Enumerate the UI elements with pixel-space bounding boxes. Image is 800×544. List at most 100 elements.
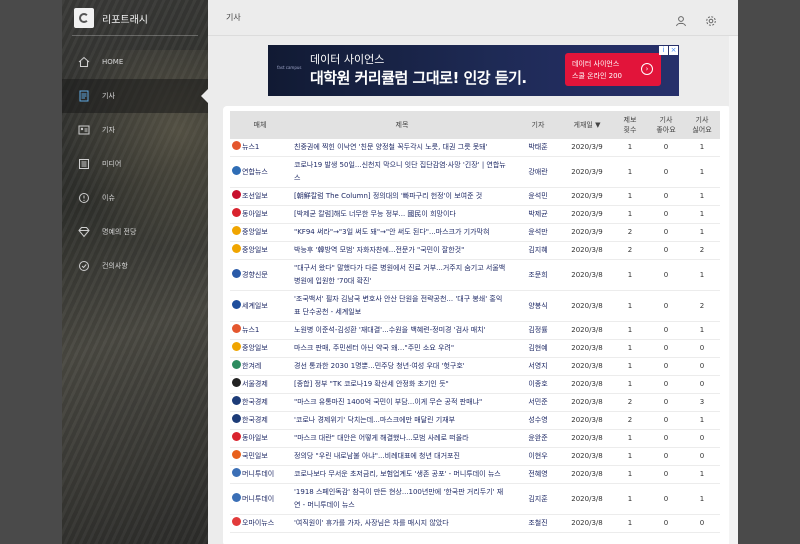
column-header-date[interactable]: 게재일 ▼ bbox=[562, 111, 612, 139]
media-cell[interactable]: 동아일보 bbox=[230, 429, 290, 448]
media-cell[interactable]: 중앙일보 bbox=[230, 241, 290, 260]
article-title-link[interactable]: 경선 통과한 2030 1명뿐...민주당 청년·여성 우대 '헛구호' bbox=[290, 357, 514, 376]
sidebar-item-issue[interactable]: 이슈 bbox=[62, 181, 208, 215]
media-cell[interactable]: 한국경제 bbox=[230, 411, 290, 430]
table-row[interactable]: 국민일보 정의당 "우린 내로남불 아냐"...비례대표에 청년 대거포진 이현우 2… bbox=[230, 447, 720, 466]
ad-info-icon[interactable]: i bbox=[659, 46, 668, 55]
article-title-link[interactable]: '1918 스페인독감' 참극이 만든 현상...100년만에 '한국판 거리두… bbox=[290, 483, 514, 515]
media-cell[interactable]: 한겨레 bbox=[230, 357, 290, 376]
article-title-link[interactable]: 박능후 '韓방역 모범' 자화자찬에...전문가 "국민이 잘한것" bbox=[290, 241, 514, 260]
ad-banner[interactable]: fast campus 데이터 사이언스 대학원 커리큘럼 그대로! 인강 듣기… bbox=[268, 45, 679, 96]
column-header-media[interactable]: 매체 bbox=[230, 111, 290, 139]
article-title-link[interactable]: [朝鮮칼럼 The Column] 정의대의 '빠파구리 헌정'이 보여준 것 bbox=[290, 187, 514, 206]
media-cell[interactable]: 뉴스1 bbox=[230, 321, 290, 340]
article-title-link[interactable]: 친중권에 찍힌 이낙연 '친문 양정철 꼭두각시 노릇, 대권 그릇 못돼' bbox=[290, 139, 514, 157]
reporter-link[interactable]: 조철진 bbox=[514, 514, 562, 533]
reporter-link[interactable]: 서영지 bbox=[514, 357, 562, 376]
ad-cta-button[interactable]: 데이터 사이언스 스쿨 온라인 200 › bbox=[565, 53, 661, 86]
table-row[interactable]: 조선일보 [朝鮮칼럼 The Column] 정의대의 '빠파구리 헌정'이 보여… bbox=[230, 187, 720, 206]
article-title-link[interactable]: 코로나보다 무서운 초저금리, 보험업계도 '생존 공포' - 머니투데이 뉴스 bbox=[290, 465, 514, 484]
media-cell[interactable]: 뉴스1 bbox=[230, 139, 290, 157]
sidebar-item-media[interactable]: 미디어 bbox=[62, 147, 208, 181]
table-row[interactable]: 중앙일보 박능후 '韓방역 모범' 자화자찬에...전문가 "국민이 잘한것" 김지… bbox=[230, 241, 720, 260]
brand[interactable]: 리포트래시 bbox=[74, 8, 148, 28]
article-title-link[interactable]: "대구서 왔다" 말했다가 다른 병원에서 진료 거부...거주지 숨기고 서울… bbox=[290, 259, 514, 291]
column-header-dislikes[interactable]: 기사 싫어요 bbox=[684, 111, 720, 139]
media-icon bbox=[78, 158, 90, 170]
column-header-title[interactable]: 제목 bbox=[290, 111, 514, 139]
column-header-reporter[interactable]: 기자 bbox=[514, 111, 562, 139]
reporter-link[interactable]: 이종호 bbox=[514, 375, 562, 394]
reporter-link[interactable]: 김정률 bbox=[514, 321, 562, 340]
table-row[interactable]: 한국경제 '코로나 경제위기' 닥치는데...마스크에만 매달린 기재부 성수영 20… bbox=[230, 411, 720, 430]
report-count: 2 bbox=[612, 411, 648, 430]
media-cell[interactable]: 국민일보 bbox=[230, 447, 290, 466]
table-row[interactable]: 동아일보 "마스크 대란" 대안은 어떻게 해결했나...모범 사례로 떠올라 윤완… bbox=[230, 429, 720, 448]
article-title-link[interactable]: 정의당 "우린 내로남불 아냐"...비례대표에 청년 대거포진 bbox=[290, 447, 514, 466]
table-row[interactable]: 중앙일보 마스크 판매, 주민센터 아닌 약국 왜…"주민 소요 우려" 김현예 20… bbox=[230, 339, 720, 358]
article-title-link[interactable]: 마스크 판매, 주민센터 아닌 약국 왜…"주민 소요 우려" bbox=[290, 339, 514, 358]
reporter-link[interactable]: 김현예 bbox=[514, 339, 562, 358]
table-row[interactable]: 오마이뉴스 '여직원이' 휴가를 가자, 사장님은 차를 매시지 않았다 조철진 20… bbox=[230, 514, 720, 533]
media-cell[interactable]: 조선일보 bbox=[230, 187, 290, 206]
user-icon[interactable] bbox=[675, 12, 687, 27]
sidebar-item-suggestion[interactable]: 건의사항 bbox=[62, 249, 208, 283]
table-row[interactable]: 한겨레 경선 통과한 2030 1명뿐...민주당 청년·여성 우대 '헛구호' 서… bbox=[230, 357, 720, 376]
table-row[interactable]: 서울경제 [종합] 정부 "TK 코로나19 확산세 안정화 초기인 듯" 이종호 2… bbox=[230, 375, 720, 394]
table-row[interactable]: 뉴스1 노원병 이준석-김성환 '재대결'...수원을 백혜련-정미경 '검사 매… bbox=[230, 321, 720, 340]
table-row[interactable]: 중앙일보 "KF94 써라"→"3일 써도 돼"→"안 써도 된다"...마스크가… bbox=[230, 223, 720, 242]
reporter-link[interactable]: 김지혜 bbox=[514, 241, 562, 260]
reporter-link[interactable]: 윤완준 bbox=[514, 429, 562, 448]
article-title-link[interactable]: [박제균 칼럼]해도 너무한 무능 정부... 國民이 희망이다 bbox=[290, 205, 514, 224]
reporter-link[interactable]: 김지훈 bbox=[514, 483, 562, 515]
reporter-link[interactable]: 윤석민 bbox=[514, 187, 562, 206]
reporter-link[interactable]: 이현우 bbox=[514, 447, 562, 466]
sidebar-item-reporter[interactable]: 기자 bbox=[62, 113, 208, 147]
table-row[interactable]: 세계일보 '조국백서' 필자 김남국 변호사 안산 단원을 전략공천... '대구… bbox=[230, 290, 720, 322]
media-cell[interactable]: 한국경제 bbox=[230, 393, 290, 412]
sidebar-item-hall-of-fame[interactable]: 명예의 전당 bbox=[62, 215, 208, 249]
scrollbar[interactable] bbox=[729, 36, 738, 544]
article-title-link[interactable]: "마스크 유통마진 1400억 국민이 부담...이게 무슨 공적 판매냐" bbox=[290, 393, 514, 412]
reporter-link[interactable]: 윤석만 bbox=[514, 223, 562, 242]
reporter-link[interactable]: 조문희 bbox=[514, 259, 562, 291]
media-cell[interactable]: 중앙일보 bbox=[230, 223, 290, 242]
media-cell[interactable]: 머니투데이 bbox=[230, 465, 290, 484]
table-row[interactable]: 동아일보 [박제균 칼럼]해도 너무한 무능 정부... 國民이 희망이다 박제균 2… bbox=[230, 205, 720, 224]
reporter-link[interactable]: 성수영 bbox=[514, 411, 562, 430]
column-header-reports[interactable]: 제보 횟수 bbox=[612, 111, 648, 139]
media-cell[interactable]: 서울경제 bbox=[230, 375, 290, 394]
sidebar-item-home[interactable]: HOME bbox=[62, 45, 208, 79]
reporter-link[interactable]: 박제균 bbox=[514, 205, 562, 224]
media-cell[interactable]: 중앙일보 bbox=[230, 339, 290, 358]
article-title-link[interactable]: '코로나 경제위기' 닥치는데...마스크에만 매달린 기재부 bbox=[290, 411, 514, 430]
table-row[interactable]: 머니투데이 코로나보다 무서운 초저금리, 보험업계도 '생존 공포' - 머니투… bbox=[230, 465, 720, 484]
table-row[interactable]: 경향신문 "대구서 왔다" 말했다가 다른 병원에서 진료 거부...거주지 숨기… bbox=[230, 259, 720, 291]
reporter-link[interactable]: 양봉식 bbox=[514, 290, 562, 322]
article-title-link[interactable]: 노원병 이준석-김성환 '재대결'...수원을 백혜련-정미경 '검사 매치' bbox=[290, 321, 514, 340]
media-cell[interactable]: 머니투데이 bbox=[230, 483, 290, 515]
article-title-link[interactable]: 코로나19 발생 50일...신천지 막으니 잇단 집단감염·사망 '긴장' |… bbox=[290, 156, 514, 188]
media-cell[interactable]: 오마이뉴스 bbox=[230, 514, 290, 533]
article-title-link[interactable]: '여직원이' 휴가를 가자, 사장님은 차를 매시지 않았다 bbox=[290, 514, 514, 533]
ad-close-icon[interactable]: × bbox=[669, 46, 678, 55]
reporter-link[interactable]: 서민준 bbox=[514, 393, 562, 412]
table-row[interactable]: 머니투데이 '1918 스페인독감' 참극이 만든 현상...100년만에 '한국… bbox=[230, 483, 720, 515]
table-row[interactable]: 뉴스1 친중권에 찍힌 이낙연 '친문 양정철 꼭두각시 노릇, 대권 그릇 못돼… bbox=[230, 139, 720, 157]
article-title-link[interactable]: "마스크 대란" 대안은 어떻게 해결했나...모범 사례로 떠올라 bbox=[290, 429, 514, 448]
article-title-link[interactable]: "KF94 써라"→"3일 써도 돼"→"안 써도 된다"...마스크가 기가막… bbox=[290, 223, 514, 242]
article-title-link[interactable]: '조국백서' 필자 김남국 변호사 안산 단원을 전략공천... '대구 봉쇄'… bbox=[290, 290, 514, 322]
media-cell[interactable]: 동아일보 bbox=[230, 205, 290, 224]
reporter-link[interactable]: 전혜영 bbox=[514, 465, 562, 484]
column-header-likes[interactable]: 기사 좋아요 bbox=[648, 111, 684, 139]
media-cell[interactable]: 세계일보 bbox=[230, 290, 290, 322]
table-row[interactable]: 연합뉴스 코로나19 발생 50일...신천지 막으니 잇단 집단감염·사망 '긴… bbox=[230, 156, 720, 188]
table-row[interactable]: 한국경제 "마스크 유통마진 1400억 국민이 부담...이게 무슨 공적 판매… bbox=[230, 393, 720, 412]
media-cell[interactable]: 연합뉴스 bbox=[230, 156, 290, 188]
gear-icon[interactable] bbox=[705, 12, 717, 26]
sidebar-item-article[interactable]: 기사 bbox=[62, 79, 208, 113]
reporter-link[interactable]: 박태훈 bbox=[514, 139, 562, 157]
article-title-link[interactable]: [종합] 정부 "TK 코로나19 확산세 안정화 초기인 듯" bbox=[290, 375, 514, 394]
reporter-link[interactable]: 강애란 bbox=[514, 156, 562, 188]
media-cell[interactable]: 경향신문 bbox=[230, 259, 290, 291]
